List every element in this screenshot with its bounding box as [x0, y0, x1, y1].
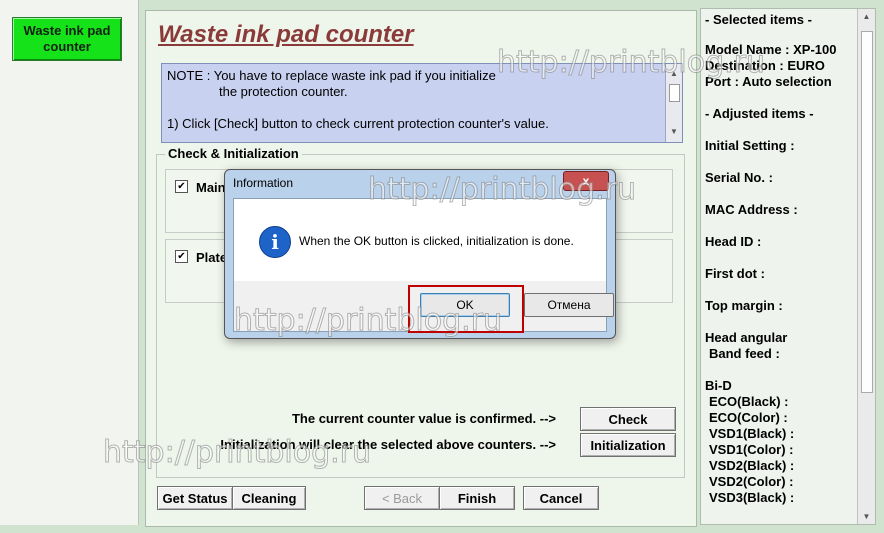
band-feed: Band feed : — [709, 346, 780, 361]
scroll-thumb[interactable] — [669, 84, 680, 102]
right-scrollbar[interactable]: ▲ ▼ — [857, 9, 875, 524]
model-name: Model Name : XP-100 — [705, 42, 837, 57]
ok-button[interactable]: OK — [420, 293, 510, 317]
confirm-text: The current counter value is confirmed. … — [291, 411, 556, 426]
note-scrollbar[interactable]: ▲ ▼ — [665, 64, 682, 142]
back-button[interactable]: < Back — [364, 486, 440, 510]
information-dialog: Information x i When the OK button is cl… — [224, 169, 616, 339]
vsd1-black: VSD1(Black) : — [709, 426, 795, 441]
first-dot: First dot : — [705, 266, 765, 281]
finish-button[interactable]: Finish — [439, 486, 515, 510]
waste-ink-pad-counter-button[interactable]: Waste ink pad counter — [12, 17, 122, 61]
vsd1-color: VSD1(Color) : — [709, 442, 794, 457]
initial-setting: Initial Setting : — [705, 138, 795, 153]
get-status-button[interactable]: Get Status — [157, 486, 233, 510]
dialog-message-area: i When the OK button is clicked, initial… — [234, 199, 606, 281]
group-label: Check & Initialization — [165, 146, 302, 161]
eco-color: ECO(Color) : — [709, 410, 788, 425]
platen-pad-label: Plate — [196, 250, 228, 265]
right-panel: - Selected items - Model Name : XP-100 D… — [700, 8, 876, 525]
top-margin: Top margin : — [705, 298, 783, 313]
mac-address: MAC Address : — [705, 202, 798, 217]
note-line-2: the protection counter. — [219, 84, 348, 99]
dialog-body: i When the OK button is clicked, initial… — [233, 198, 614, 333]
scroll-down-icon[interactable]: ▼ — [666, 124, 682, 140]
vsd3-black: VSD3(Black) : — [709, 490, 795, 505]
dialog-cancel-button[interactable]: Отмена — [524, 293, 614, 317]
check-button[interactable]: Check — [580, 407, 676, 431]
platen-pad-checkbox[interactable]: ✔ — [175, 250, 188, 263]
close-icon[interactable]: x — [563, 171, 609, 191]
info-icon: i — [259, 226, 291, 258]
initialization-button[interactable]: Initialization — [580, 433, 676, 457]
left-panel: Waste ink pad counter — [0, 0, 139, 525]
note-line-1: NOTE : You have to replace waste ink pad… — [167, 68, 496, 83]
scroll-down-icon[interactable]: ▼ — [858, 512, 875, 521]
main-pad-label: Main — [196, 180, 226, 195]
scroll-up-icon[interactable]: ▲ — [666, 66, 682, 82]
selected-items-heading: - Selected items - — [705, 12, 812, 27]
destination: Destination : EURO — [705, 58, 825, 73]
vsd2-black: VSD2(Black) : — [709, 458, 795, 473]
cleaning-button[interactable]: Cleaning — [232, 486, 306, 510]
serial-no: Serial No. : — [705, 170, 773, 185]
scroll-up-icon[interactable]: ▲ — [858, 12, 875, 21]
note-line-3: 1) Click [Check] button to check current… — [167, 116, 549, 131]
adjusted-items-heading: - Adjusted items - — [705, 106, 814, 121]
port: Port : Auto selection — [705, 74, 832, 89]
main-pad-checkbox[interactable]: ✔ — [175, 180, 188, 193]
vsd2-color: VSD2(Color) : — [709, 474, 794, 489]
cancel-button[interactable]: Cancel — [523, 486, 599, 510]
head-id: Head ID : — [705, 234, 762, 249]
head-angular: Head angular — [705, 330, 788, 345]
dialog-message: When the OK button is clicked, initializ… — [299, 234, 574, 248]
eco-black: ECO(Black) : — [709, 394, 789, 409]
scroll-thumb[interactable] — [861, 31, 873, 393]
init-text: Initialization will clear the selected a… — [220, 437, 556, 452]
bi-d: Bi-D — [705, 378, 732, 393]
dialog-title: Information — [233, 176, 294, 190]
note-box: NOTE : You have to replace waste ink pad… — [161, 63, 683, 143]
page-title: Waste ink pad counter — [158, 21, 414, 48]
